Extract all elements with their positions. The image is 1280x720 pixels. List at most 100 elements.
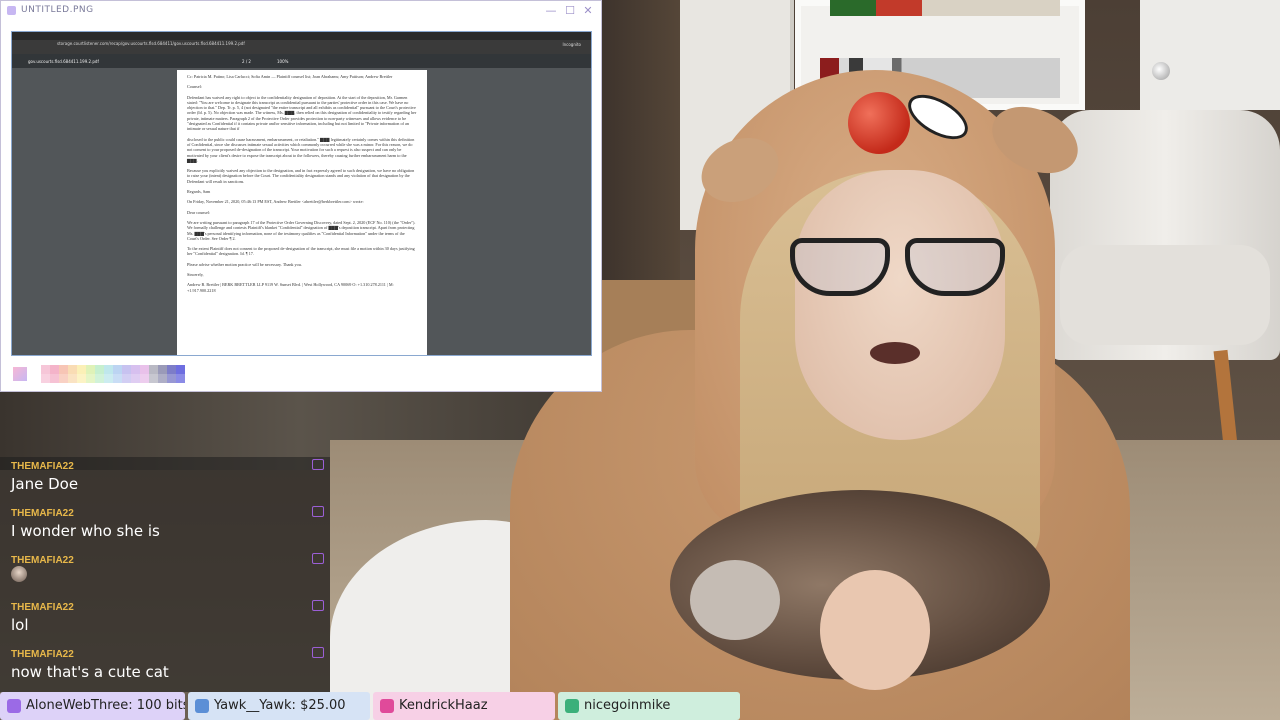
ticker-text: KendrickHaaz (399, 698, 488, 713)
palette-swatch[interactable] (149, 374, 158, 383)
palette-swatch[interactable] (68, 365, 77, 374)
streamer-face (795, 170, 1005, 440)
minimize-button[interactable]: — (544, 4, 558, 18)
doc-paragraph: disclosed to the public could cause hara… (187, 136, 415, 163)
chat-username: THEMAFIA22 (11, 649, 74, 660)
subscriber-icon (565, 699, 579, 713)
window-titlebar[interactable]: UNTITLED.PNG — ☐ ✕ (1, 1, 601, 22)
chat-bubble-icon (312, 600, 324, 611)
ticker-item-bits: AloneWebThree: 100 bits (0, 692, 185, 720)
chat-text: now that's a cute cat (11, 663, 169, 681)
image-canvas: storage.courtlistener.com/recap/gov.usco… (11, 31, 592, 356)
color-palette[interactable] (11, 363, 211, 385)
doc-paragraph: Sincerely, (187, 272, 204, 278)
palette-swatch[interactable] (77, 374, 86, 383)
palette-swatch[interactable] (158, 374, 167, 383)
chat-bubble-icon (312, 459, 324, 470)
ticker-text: Yawk__Yawk: $25.00 (214, 698, 346, 713)
palette-swatch[interactable] (149, 365, 158, 374)
emote-icon (11, 566, 27, 582)
doc-paragraph: Please advise whether motion practice wi… (187, 261, 302, 267)
palette-swatch[interactable] (176, 365, 185, 374)
palette-swatch[interactable] (176, 374, 185, 383)
palette-swatch[interactable] (140, 374, 149, 383)
palette-swatch[interactable] (41, 374, 50, 383)
donation-icon (195, 699, 209, 713)
chat-bubble-icon (312, 553, 324, 564)
palette-swatch[interactable] (86, 374, 95, 383)
palette-swatch[interactable] (59, 365, 68, 374)
pdf-page: Cc: Patricia M. Patino; Lisa Carlucci; S… (177, 70, 427, 355)
palette-swatch[interactable] (140, 365, 149, 374)
chat-text: I wonder who she is (11, 522, 160, 540)
window-title: UNTITLED.PNG (21, 5, 94, 15)
doc-paragraph: On Friday, November 21, 2020, 05:46:13 P… (187, 199, 364, 205)
active-color-swatch[interactable] (13, 367, 27, 381)
palette-swatch[interactable] (95, 374, 104, 383)
browser-url: storage.courtlistener.com/recap/gov.usco… (57, 41, 245, 46)
hand (820, 570, 930, 690)
palette-swatch[interactable] (41, 365, 50, 374)
pdf-page-indicator: 2 / 2 (242, 59, 251, 64)
chat-message: THEMAFIA22 (0, 551, 330, 595)
image-window[interactable]: UNTITLED.PNG — ☐ ✕ storage.courtlistener… (0, 0, 602, 392)
door-right (1140, 0, 1280, 110)
chat-message: THEMAFIA22 now that's a cute cat (0, 645, 330, 689)
heart-icon (380, 699, 394, 713)
pdf-filename: gov.uscourts.flsd.684411.199.2.pdf (28, 59, 99, 64)
app-icon (7, 6, 16, 15)
reindeer-nose (848, 92, 910, 154)
palette-swatch[interactable] (113, 365, 122, 374)
ticker-text: AloneWebThree: 100 bits (26, 698, 185, 713)
mouth (870, 342, 920, 364)
chat-text: Jane Doe (11, 475, 79, 493)
palette-swatch[interactable] (122, 365, 131, 374)
shelf-items (830, 0, 1060, 16)
palette-swatch[interactable] (68, 374, 77, 383)
doc-paragraph: Dear counsel: (187, 209, 211, 215)
chat-username: THEMAFIA22 (11, 461, 74, 472)
palette-swatch[interactable] (50, 374, 59, 383)
palette-swatch[interactable] (59, 374, 68, 383)
palette-swatch[interactable] (113, 374, 122, 383)
ticker-item-donation: Yawk__Yawk: $25.00 (188, 692, 370, 720)
ticker-item-subscriber: nicegoinmike (558, 692, 740, 720)
palette-swatch[interactable] (167, 374, 176, 383)
chat-username: THEMAFIA22 (11, 555, 74, 566)
palette-swatch[interactable] (104, 365, 113, 374)
bits-icon (7, 699, 21, 713)
close-button[interactable]: ✕ (581, 4, 595, 18)
cat-face (690, 560, 780, 640)
chat-username: THEMAFIA22 (11, 602, 74, 613)
armchair-seat (1060, 245, 1270, 345)
door-knob (1152, 62, 1170, 80)
maximize-button[interactable]: ☐ (563, 4, 577, 18)
doc-paragraph: Because you explicitly waived any object… (187, 168, 415, 184)
chat-overlay: THEMAFIA22 Jane Doe THEMAFIA22 I wonder … (0, 457, 330, 692)
chat-username: THEMAFIA22 (11, 508, 74, 519)
chat-message: THEMAFIA22 Jane Doe (0, 457, 330, 501)
chat-bubble-icon (312, 506, 324, 517)
doc-paragraph: Defendant has waived any right to object… (187, 94, 417, 132)
palette-swatch[interactable] (122, 374, 131, 383)
chat-message: THEMAFIA22 I wonder who she is (0, 504, 330, 548)
palette-swatch[interactable] (104, 374, 113, 383)
palette-swatch[interactable] (50, 365, 59, 374)
ticker-text: nicegoinmike (584, 698, 671, 713)
pdf-zoom-level: 100% (277, 59, 289, 64)
doc-paragraph: Regards, Sam (187, 189, 211, 195)
browser-tabbar (12, 32, 591, 40)
doc-paragraph: Andrew B. Brettler | BERK BRETTLER LLP 9… (187, 282, 394, 293)
palette-swatch[interactable] (158, 365, 167, 374)
event-ticker: AloneWebThree: 100 bits Yawk__Yawk: $25.… (0, 692, 1280, 720)
palette-swatch[interactable] (167, 365, 176, 374)
chat-bubble-icon (312, 647, 324, 658)
palette-swatch[interactable] (131, 365, 140, 374)
doc-paragraph: Cc: Patricia M. Patino; Lisa Carlucci; S… (187, 74, 393, 79)
palette-swatch[interactable] (77, 365, 86, 374)
palette-swatch[interactable] (95, 365, 104, 374)
palette-swatch[interactable] (86, 365, 95, 374)
incognito-label: Incognito (562, 42, 581, 47)
chat-message: THEMAFIA22 lol (0, 598, 330, 642)
palette-swatch[interactable] (131, 374, 140, 383)
